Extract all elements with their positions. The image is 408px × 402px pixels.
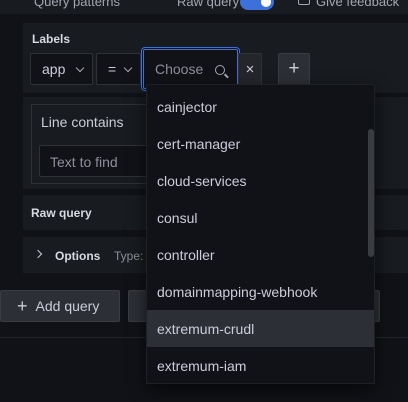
dropdown-option[interactable]: cainjector [147, 88, 374, 125]
option-label: extremum-crudl [157, 320, 255, 337]
label-value-placeholder: Choose [155, 61, 204, 77]
option-label: cert-manager [157, 135, 241, 152]
line-filter-input[interactable]: Text to find [39, 145, 157, 177]
dropdown-scrollbar[interactable] [368, 129, 374, 257]
labels-title: Labels [32, 32, 71, 46]
plus-icon: + [288, 58, 300, 79]
raw-query-title: Raw query [31, 206, 92, 220]
chevron-down-icon [123, 63, 133, 73]
label-name-select[interactable]: app [30, 53, 93, 85]
dropdown-option[interactable]: controller [147, 236, 374, 273]
dropdown-option[interactable]: extremum-iam [147, 347, 374, 383]
remove-label-button[interactable]: × [238, 53, 262, 85]
chevron-right-icon [33, 249, 43, 259]
options-title: Options [55, 249, 101, 263]
plus-icon: + [17, 295, 28, 316]
option-label: controller [157, 246, 215, 263]
operator-select[interactable]: = [96, 53, 141, 85]
operator-value: = [108, 61, 117, 77]
option-label: cainjector [157, 98, 217, 115]
line-filter-box: Line contains Text to find [31, 104, 157, 184]
raw-query-toggle-label: Raw query [177, 0, 240, 9]
label-value-dropdown: cainjector cert-manager cloud-services c… [146, 84, 375, 384]
query-patterns-label[interactable]: Query patterns [34, 0, 120, 9]
option-label: domainmapping-webhook [157, 283, 318, 300]
option-label: cloud-services [157, 172, 247, 189]
dropdown-option[interactable]: cert-manager [147, 125, 374, 162]
search-icon [215, 65, 225, 75]
label-name-value: app [42, 61, 66, 77]
option-label: consul [157, 209, 198, 226]
label-value-input[interactable]: Choose [143, 49, 238, 89]
raw-query-toggle[interactable] [240, 0, 274, 10]
dropdown-option[interactable]: cloud-services [147, 162, 374, 199]
dropdown-option-highlighted[interactable]: extremum-crudl [147, 310, 374, 347]
chevron-down-icon [75, 63, 85, 73]
add-label-button[interactable]: + [278, 53, 310, 85]
add-query-label: Add query [35, 298, 100, 314]
dropdown-option[interactable]: domainmapping-webhook [147, 273, 374, 310]
give-feedback-link[interactable]: Give feedback [316, 0, 399, 9]
line-filter-type[interactable]: Line contains [41, 114, 124, 130]
add-query-button[interactable]: + Add query [0, 290, 120, 322]
close-icon: × [245, 60, 255, 78]
dropdown-option[interactable]: consul [147, 199, 374, 236]
line-filter-placeholder: Text to find [50, 154, 118, 170]
feedback-icon [298, 0, 310, 5]
options-type-label: Type: [114, 249, 144, 263]
query-header-bar: Query patterns Raw query Give feedback [0, 0, 408, 14]
option-label: extremum-iam [157, 357, 247, 374]
